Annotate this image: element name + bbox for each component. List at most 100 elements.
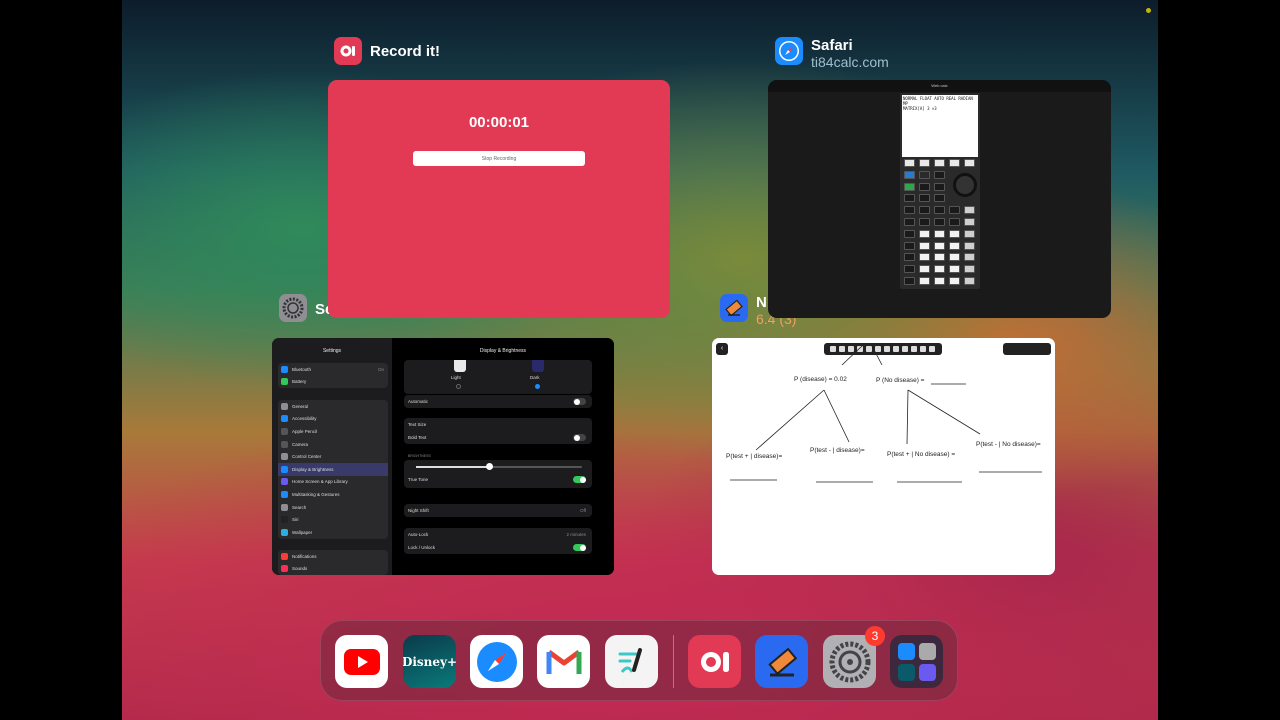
sidebar-item-apple-pencil[interactable]: Apple Pencil [278, 425, 388, 438]
calculator-key[interactable] [904, 277, 915, 285]
sidebar-item-general[interactable]: General [278, 400, 388, 413]
calculator-key[interactable] [934, 253, 945, 262]
sounds-icon [281, 565, 288, 573]
calculator-key[interactable] [919, 182, 930, 191]
calculator-key[interactable] [919, 194, 930, 203]
record-it-window[interactable]: 00:00:01 Stop Recording [328, 80, 670, 318]
calculator-key[interactable] [964, 159, 975, 167]
calculator-key[interactable] [934, 265, 945, 274]
calculator-key[interactable] [904, 241, 915, 250]
calculator-key[interactable] [904, 182, 915, 191]
record-it-dock-icon[interactable] [688, 635, 741, 688]
sidebar-item-home-screen-app-library[interactable]: Home Screen & App Library [278, 476, 388, 489]
calculator-key[interactable] [904, 218, 915, 226]
calculator-key[interactable] [919, 277, 930, 285]
calculator-key[interactable] [904, 206, 915, 215]
auto-lock-row[interactable]: Auto-Lock 2 minutes [404, 528, 592, 541]
sidebar-item-notifications[interactable]: Notifications [278, 550, 388, 563]
safari-window[interactable]: Web calc NORMAL FLOAT AUTO REAL RADIAN M… [768, 80, 1111, 318]
calculator-key[interactable] [949, 218, 960, 226]
bold-text-row: Bold Text [404, 431, 592, 444]
calculator-key[interactable] [904, 253, 915, 262]
calculator-key[interactable] [964, 241, 975, 250]
automatic-toggle[interactable] [573, 398, 586, 405]
calculator-key[interactable] [949, 277, 960, 285]
true-tone-toggle[interactable] [573, 476, 586, 483]
calculator-key[interactable] [934, 218, 945, 226]
gmail-icon[interactable] [537, 635, 590, 688]
multitasking-app-switcher: Record it! Safari ti84calc.com Se N 6.4 … [122, 0, 1158, 720]
settings-window[interactable]: Settings Bluetooth On Battery General Acce… [272, 338, 614, 575]
dark-mode-preview[interactable] [532, 360, 544, 372]
light-mode-radio[interactable] [456, 384, 461, 389]
sidebar-item-search[interactable]: Search [278, 501, 388, 514]
notability-dock-icon[interactable] [755, 635, 808, 688]
sidebar-item-camera[interactable]: Camera [278, 438, 388, 451]
calculator-key[interactable] [964, 229, 975, 238]
sidebar-item-accessibility[interactable]: Accessibility [278, 413, 388, 426]
calculator-dpad[interactable] [953, 173, 977, 197]
settings-row-icon [281, 427, 288, 435]
stop-recording-button[interactable]: Stop Recording [413, 151, 585, 166]
calculator-key[interactable] [949, 159, 960, 167]
calculator-key[interactable] [904, 159, 915, 167]
calculator-key[interactable] [949, 265, 960, 274]
brightness-slider-thumb[interactable] [486, 463, 493, 470]
ti84-calculator[interactable]: NORMAL FLOAT AUTO REAL RADIAN MP MATRIX[… [900, 93, 980, 289]
freeform-icon[interactable] [605, 635, 658, 688]
calculator-key[interactable] [949, 206, 960, 215]
calculator-key[interactable] [919, 253, 930, 262]
calculator-key[interactable] [964, 277, 975, 285]
sidebar-item-battery[interactable]: Battery [278, 376, 388, 389]
sidebar-item-wallpaper[interactable]: Wallpaper [278, 526, 388, 539]
calculator-key[interactable] [919, 218, 930, 226]
calculator-key[interactable] [934, 194, 945, 203]
night-shift-group: Night Shift Off [404, 504, 592, 517]
calculator-key[interactable] [964, 206, 975, 215]
lock-group: Auto-Lock 2 minutes Lock / Unlock [404, 528, 592, 554]
disney-plus-icon[interactable]: Disney+ [403, 635, 456, 688]
calculator-key[interactable] [934, 241, 945, 250]
calculator-key[interactable] [904, 170, 915, 179]
calculator-key[interactable] [934, 182, 945, 191]
calculator-key[interactable] [919, 206, 930, 215]
calculator-key[interactable] [964, 253, 975, 262]
calculator-key[interactable] [919, 229, 930, 238]
calculator-key[interactable] [949, 241, 960, 250]
brightness-slider[interactable] [416, 463, 582, 470]
calculator-key[interactable] [919, 170, 930, 179]
bold-text-toggle[interactable] [573, 434, 586, 441]
calculator-key[interactable] [934, 170, 945, 179]
calculator-key[interactable] [949, 229, 960, 238]
calculator-key[interactable] [934, 277, 945, 285]
sidebar-item-bluetooth[interactable]: Bluetooth On [278, 363, 388, 376]
youtube-icon[interactable] [335, 635, 388, 688]
calculator-key[interactable] [904, 229, 915, 238]
calculator-key[interactable] [904, 265, 915, 274]
sidebar-item-control-center[interactable]: Control Center [278, 450, 388, 463]
calculator-key[interactable] [934, 159, 945, 167]
dark-mode-radio[interactable] [535, 384, 540, 389]
calculator-key[interactable] [904, 194, 915, 203]
app-library-icon[interactable] [890, 635, 943, 688]
sidebar-item-multitasking-gestures[interactable]: Multitasking & Gestures [278, 488, 388, 501]
text-size-row[interactable]: Text Size [404, 418, 592, 431]
lock-unlock-toggle[interactable] [573, 544, 586, 551]
settings-row-icon [281, 465, 288, 473]
calculator-key[interactable] [964, 218, 975, 226]
safari-address-bar[interactable]: Web calc [768, 80, 1111, 92]
calculator-key[interactable] [964, 265, 975, 274]
calculator-key[interactable] [934, 206, 945, 215]
calculator-key[interactable] [919, 159, 930, 167]
calculator-key[interactable] [934, 229, 945, 238]
calculator-key[interactable] [949, 253, 960, 262]
calculator-key[interactable] [919, 241, 930, 250]
sidebar-item-siri[interactable]: Siri [278, 513, 388, 526]
sidebar-item-sounds[interactable]: Sounds [278, 563, 388, 575]
calculator-key[interactable] [919, 265, 930, 274]
safari-dock-icon[interactable] [470, 635, 523, 688]
sidebar-item-display-brightness[interactable]: Display & Brightness [278, 462, 388, 476]
light-mode-preview[interactable] [454, 360, 466, 372]
notability-window[interactable]: ‹ P (disease) = 0.02 P (No disease) = P(… [712, 338, 1055, 575]
night-shift-row[interactable]: Night Shift Off [404, 504, 592, 517]
